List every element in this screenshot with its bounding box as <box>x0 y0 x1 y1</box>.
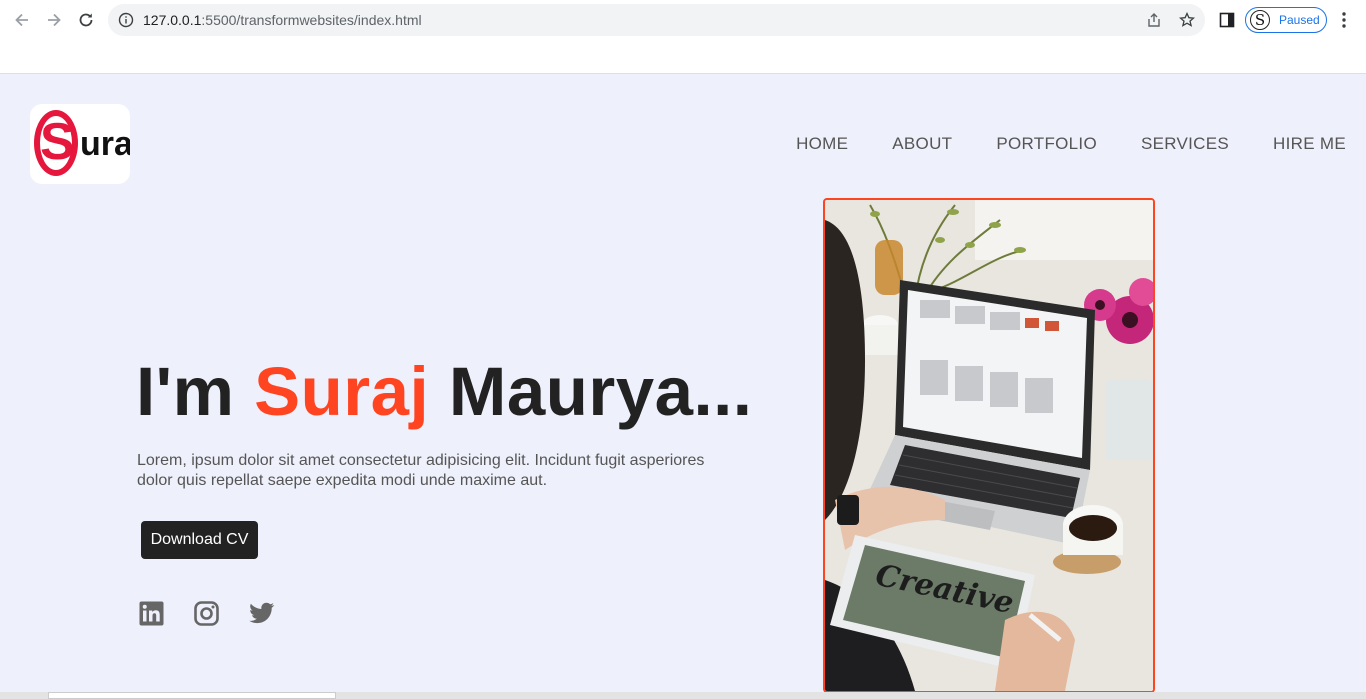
instagram-link[interactable] <box>194 601 219 626</box>
forward-button[interactable] <box>42 8 66 32</box>
social-links <box>139 601 275 626</box>
url-host: 127.0.0.1 <box>143 12 202 28</box>
bookmark-star-icon[interactable] <box>1179 12 1195 28</box>
hero-title: I'm Suraj Maurya... <box>136 352 752 431</box>
workspace-illustration: Creative <box>825 200 1153 691</box>
nav-portfolio[interactable]: PORTFOLIO <box>996 134 1097 154</box>
hero-title-suffix: Maurya... <box>429 353 753 430</box>
hero-photo: Creative <box>823 198 1155 693</box>
next-section-peek <box>0 692 1366 699</box>
twitter-icon <box>249 602 275 624</box>
back-arrow-icon <box>15 13 28 27</box>
more-menu-icon[interactable] <box>1336 11 1352 29</box>
hero-title-prefix: I'm <box>136 353 255 430</box>
profile-button[interactable]: S Paused <box>1245 7 1327 33</box>
nav-about[interactable]: ABOUT <box>892 134 952 154</box>
hero-description: Lorem, ipsum dolor sit amet consectetur … <box>137 452 705 489</box>
site-info-icon[interactable] <box>118 12 134 28</box>
logo-wordmark: uraj <box>80 125 130 163</box>
linkedin-link[interactable] <box>139 601 164 626</box>
url-path: :5500/transformwebsites/index.html <box>201 12 422 28</box>
logo-initial: S <box>40 113 75 171</box>
profile-status: Paused <box>1279 13 1320 27</box>
forward-arrow-icon <box>48 13 61 27</box>
instagram-icon <box>194 601 219 626</box>
share-icon[interactable] <box>1146 12 1162 28</box>
side-panel-icon[interactable] <box>1219 12 1235 28</box>
nav-hire-me[interactable]: HIRE ME <box>1273 134 1346 154</box>
download-cv-button[interactable]: Download CV <box>141 521 258 559</box>
twitter-link[interactable] <box>249 601 275 626</box>
browser-toolbar: 127.0.0.1:5500/transformwebsites/index.h… <box>0 0 1366 74</box>
main-nav: HOME ABOUT PORTFOLIO SERVICES HIRE ME <box>796 134 1346 154</box>
next-section-card <box>48 692 336 699</box>
nav-services[interactable]: SERVICES <box>1141 134 1229 154</box>
back-button[interactable] <box>10 8 34 32</box>
profile-avatar: S <box>1250 10 1270 30</box>
reload-icon <box>79 13 93 27</box>
linkedin-icon <box>139 601 164 626</box>
nav-home[interactable]: HOME <box>796 134 848 154</box>
url-text: 127.0.0.1:5500/transformwebsites/index.h… <box>143 12 422 28</box>
address-bar[interactable]: 127.0.0.1:5500/transformwebsites/index.h… <box>108 4 1205 36</box>
hero-title-name: Suraj <box>254 353 430 430</box>
site-logo[interactable]: S uraj <box>30 104 130 184</box>
reload-button[interactable] <box>74 8 98 32</box>
